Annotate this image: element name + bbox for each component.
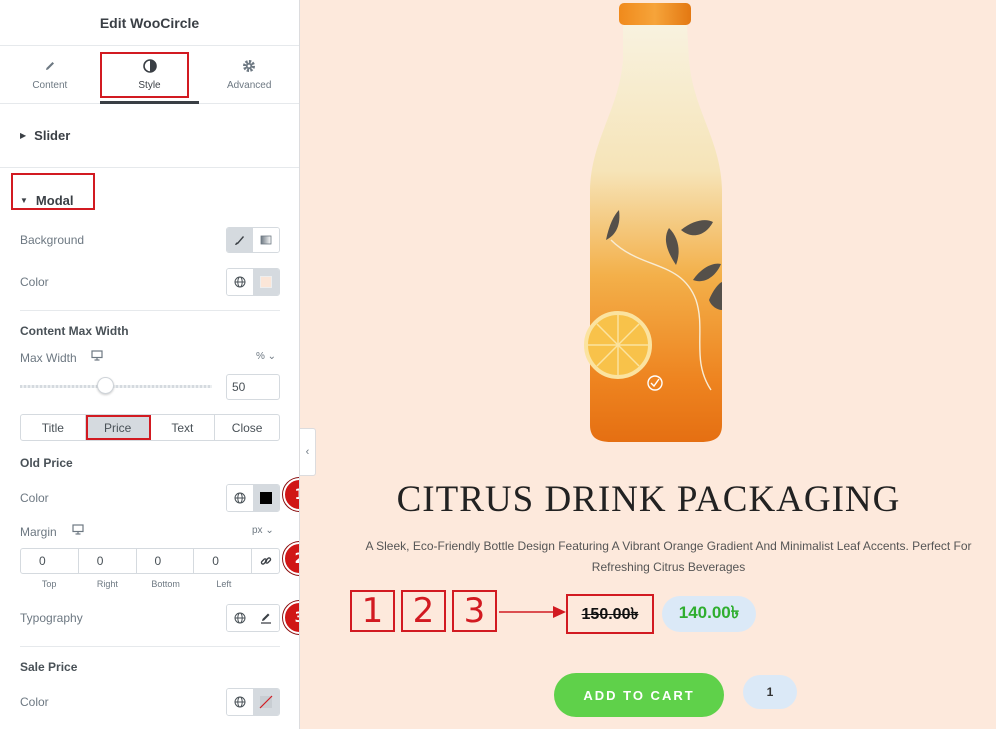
add-to-cart-button[interactable]: ADD TO CART <box>554 673 724 717</box>
quantity-input[interactable]: 1 <box>743 675 797 709</box>
typography-label: Typography <box>20 611 83 625</box>
max-width-slider-handle[interactable] <box>97 377 114 394</box>
gradient-icon[interactable] <box>253 228 279 252</box>
caret-down-icon: ▼ <box>20 195 28 205</box>
section-slider-label: Slider <box>34 128 71 143</box>
tab-style[interactable]: Style <box>99 46 200 104</box>
tab-content[interactable]: Content <box>0 46 100 103</box>
sale-price-color-control <box>226 688 280 716</box>
annotation-badge-1: 1 <box>283 478 299 511</box>
section-modal[interactable]: ▼ Modal <box>0 168 299 232</box>
max-width-label: Max Width <box>20 351 77 365</box>
panel-title: Edit WooCircle <box>0 0 299 46</box>
desktop-icon[interactable] <box>72 524 84 538</box>
margin-right-input[interactable]: 0 <box>79 549 137 573</box>
max-width-unit-select[interactable]: % ⌄ <box>256 351 276 362</box>
old-price: 150.00৳ <box>566 594 654 634</box>
caret-right-icon: ▶ <box>20 131 27 140</box>
link-icon[interactable] <box>252 549 279 573</box>
section-slider[interactable]: ▶ Slider <box>0 104 299 168</box>
divider <box>20 646 280 647</box>
old-price-color-label: Color <box>20 491 49 505</box>
globe-icon[interactable] <box>227 269 253 295</box>
content-max-width-heading: Content Max Width <box>20 324 129 338</box>
divider <box>20 310 280 311</box>
tab-advanced[interactable]: Advanced <box>199 46 299 103</box>
max-width-slider-track[interactable] <box>20 385 212 388</box>
old-price-color-control <box>226 484 280 512</box>
edit-icon[interactable] <box>253 605 279 631</box>
margin-top-label: Top <box>41 579 57 589</box>
sale-price-color-swatch[interactable] <box>253 689 279 715</box>
product-image <box>581 0 731 448</box>
annotation-number-3: 3 <box>452 590 497 632</box>
product-description: A Sleek, Eco-Friendly Bottle Design Feat… <box>365 539 972 574</box>
desktop-icon[interactable] <box>91 350 103 364</box>
color-control <box>226 268 280 296</box>
seg-title[interactable]: Title <box>21 415 86 440</box>
typography-control <box>226 604 280 632</box>
editor-panel: Edit WooCircle Content Style Advanced ▶ … <box>0 0 300 729</box>
margin-unit-select[interactable]: px ⌄ <box>252 525 274 536</box>
margin-label: Margin <box>20 525 57 539</box>
tab-advanced-label: Advanced <box>226 80 272 91</box>
product-title: CITRUS DRINK PACKAGING <box>396 479 901 520</box>
seg-close[interactable]: Close <box>215 415 279 440</box>
seg-text[interactable]: Text <box>151 415 216 440</box>
sale-price-heading: Sale Price <box>20 660 78 674</box>
tab-style-label: Style <box>138 80 161 91</box>
brush-icon[interactable] <box>227 228 253 252</box>
sale-price: 140.00৳ <box>662 596 756 632</box>
half-circle-icon <box>142 58 157 74</box>
preview-area: CITRUS DRINK PACKAGING A Sleek, Eco-Frie… <box>301 0 996 729</box>
globe-icon[interactable] <box>227 485 253 511</box>
annotation-badge-3: 3 <box>283 601 299 634</box>
background-label: Background <box>20 233 85 247</box>
margin-inputs: 0 0 0 0 <box>20 548 280 574</box>
annotation-number-2: 2 <box>401 590 446 632</box>
globe-icon[interactable] <box>227 605 253 631</box>
modal-style-tabs: Title Price Text Close <box>20 414 280 441</box>
panel-tabs: Content Style Advanced <box>0 46 299 104</box>
seg-price[interactable]: Price <box>85 415 151 440</box>
globe-icon[interactable] <box>227 689 253 715</box>
margin-left-input[interactable]: 0 <box>194 549 252 573</box>
pencil-icon <box>44 58 56 74</box>
margin-top-input[interactable]: 0 <box>21 549 79 573</box>
color-label: Color <box>20 275 49 289</box>
tab-content-label: Content <box>32 80 68 91</box>
annotation-badge-2: 2 <box>283 542 299 575</box>
arrow-right-icon <box>499 606 566 618</box>
margin-bottom-label: Bottom <box>151 579 180 589</box>
gear-icon <box>242 58 256 74</box>
annotation-number-1: 1 <box>350 590 395 632</box>
old-price-color-swatch[interactable] <box>253 485 279 511</box>
old-price-heading: Old Price <box>20 456 73 470</box>
margin-left-label: Left <box>216 579 232 589</box>
margin-bottom-input[interactable]: 0 <box>137 549 195 573</box>
margin-labels: Top Right Bottom Left <box>20 579 253 589</box>
sale-price-color-label: Color <box>20 695 49 709</box>
section-modal-label: Modal <box>35 192 74 208</box>
max-width-input[interactable]: 50 <box>226 374 280 400</box>
background-type-switch <box>226 227 280 253</box>
margin-right-label: Right <box>96 579 118 589</box>
color-swatch[interactable] <box>253 269 279 295</box>
